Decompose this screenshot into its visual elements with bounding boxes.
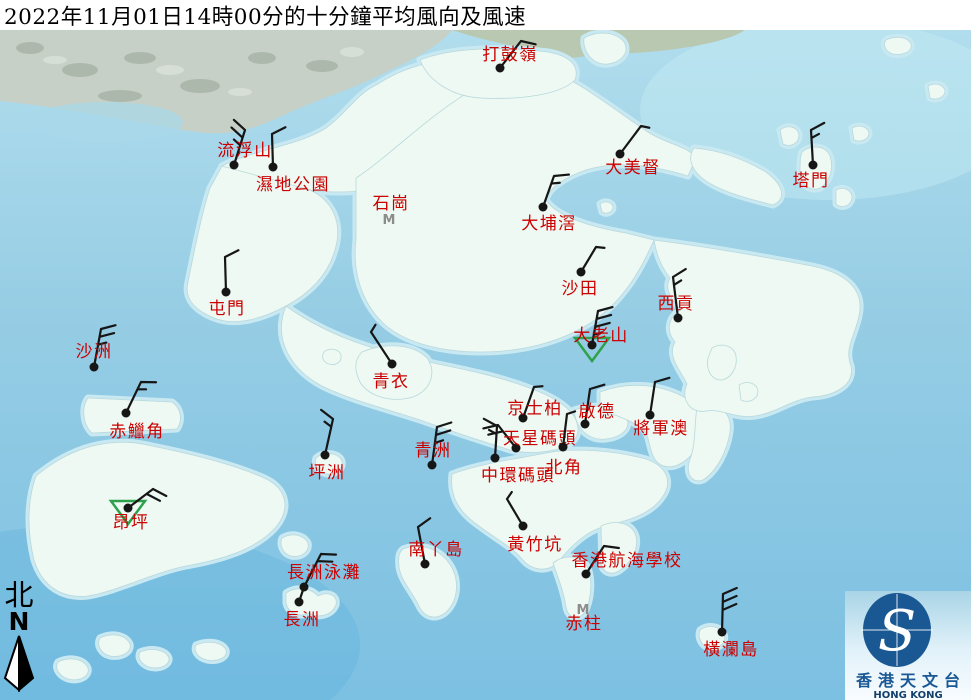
title-bar: 2022年11月01日14時00分的十分鐘平均風向及風速 [0,0,971,30]
station-label: 大美督 [605,158,661,178]
station-dot [519,522,528,531]
shenzhen-bay [27,102,183,142]
station-label: 沙田 [562,279,599,299]
station-label: 石崗 [373,194,410,214]
station-dot [674,314,683,323]
station-dot [539,203,548,212]
station-label: 京士柏 [507,399,563,419]
station-dot [718,628,727,637]
station-dot [421,560,430,569]
station-label: 坪洲 [309,463,346,483]
map-title: 2022年11月01日14時00分的十分鐘平均風向及風速 [0,0,526,31]
station-dot [269,163,278,172]
station-label: 昂坪 [113,513,150,533]
station-dot [122,409,131,418]
station-label: 屯門 [209,299,246,319]
missing-data-marker: M [383,213,396,228]
station-dot [295,598,304,607]
station-dot [388,360,397,369]
station-label: 黃竹坑 [507,535,563,555]
station-label: 濕地公園 [256,175,330,195]
station-label: 啟德 [579,402,616,422]
station-label: 北角 [546,458,583,478]
station-dot [222,288,231,297]
station-label: 赤鱲角 [109,422,165,442]
station-label: 打鼓嶺 [482,45,538,65]
north-arrow-icon [1,634,37,692]
north-letter-label: N [1,610,37,634]
station-label: 流浮山 [217,141,273,161]
station-label: 塔門 [793,171,830,191]
station-label: 青洲 [415,441,452,461]
north-hanzi-label: 北 [1,580,37,610]
north-indicator: 北 N [1,580,37,696]
station-label: 沙洲 [76,342,113,362]
station-label: 香港航海學校 [572,551,683,571]
station-dot [124,504,133,513]
station-dot [577,268,586,277]
station-label: 長洲 [284,610,321,630]
hko-logo-monogram: S [878,599,916,664]
station-dot [230,161,239,170]
station-dot [428,461,437,470]
hong-kong-map: 打鼓嶺流浮山濕地公園 大美督塔門 M石崗大埔滘沙田西貢 屯門沙洲 大老山青衣赤鱲角 京士柏… [0,0,971,700]
station-label: 赤柱 [566,614,603,634]
station-label: 橫瀾島 [703,640,759,660]
hko-logo-emblem: S [845,591,971,669]
station-label: 中環碼頭 [481,466,555,486]
station-label: 大埔滘 [521,214,577,234]
station-label: 長洲泳灘 [287,563,361,583]
hko-name-chinese: 香港天文台 [845,672,971,689]
hko-name-english: HONG KONG OBSERVATORY [845,689,971,700]
hko-logo: S 香港天文台 HONG KONG OBSERVATORY [845,591,971,700]
station-label: 大老山 [573,326,629,346]
station-label: 南丫島 [408,540,464,560]
station-label: 西貢 [658,294,695,314]
station-dot [559,443,568,452]
station-dot [321,451,330,460]
station-label: 青衣 [373,372,410,392]
station-label: 將軍澳 [633,419,689,439]
station-dot [90,363,99,372]
station-dot [809,161,818,170]
station-dot [491,454,500,463]
hko-wind-map-page: 打鼓嶺流浮山濕地公園 大美督塔門 M石崗大埔滘沙田西貢 屯門沙洲 大老山青衣赤鱲角 京士柏… [0,0,971,700]
